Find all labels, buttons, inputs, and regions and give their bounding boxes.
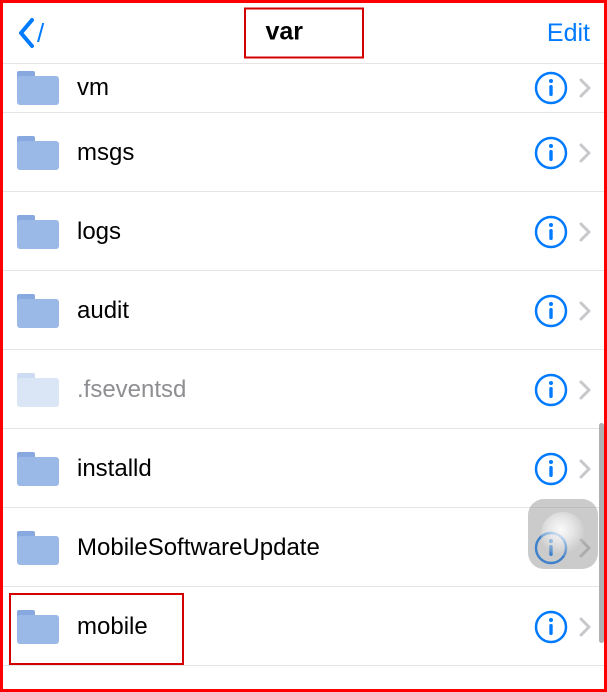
title-highlight: var <box>244 8 364 59</box>
info-button[interactable] <box>534 215 568 249</box>
info-button[interactable] <box>534 452 568 486</box>
info-button[interactable] <box>534 71 568 105</box>
folder-name: audit <box>77 297 534 325</box>
folder-name: mobile <box>77 613 534 641</box>
chevron-right-icon <box>576 222 594 242</box>
chevron-left-icon <box>17 18 35 48</box>
back-label: / <box>37 18 44 49</box>
back-button[interactable]: / <box>17 18 44 49</box>
folder-name: msgs <box>77 139 534 167</box>
info-button[interactable] <box>534 136 568 170</box>
folder-icon <box>17 610 59 644</box>
chevron-right-icon <box>576 78 594 98</box>
scroll-indicator <box>599 423 604 643</box>
folder-icon <box>17 373 59 407</box>
edit-button[interactable]: Edit <box>547 19 590 48</box>
folder-row[interactable]: mobile <box>3 587 604 666</box>
folder-icon <box>17 294 59 328</box>
folder-row[interactable]: installd <box>3 429 604 508</box>
chevron-right-icon <box>576 143 594 163</box>
info-button[interactable] <box>534 531 568 565</box>
folder-row[interactable]: logs <box>3 192 604 271</box>
folder-row[interactable]: vm <box>3 63 604 113</box>
info-button[interactable] <box>534 294 568 328</box>
folder-icon <box>17 452 59 486</box>
folder-icon <box>17 71 59 105</box>
folder-row[interactable]: .fseventsd <box>3 350 604 429</box>
folder-list: vm msgs logs audit .fseventsd installd MobileS… <box>3 63 604 666</box>
folder-row[interactable]: MobileSoftwareUpdate <box>3 508 604 587</box>
folder-icon <box>17 215 59 249</box>
info-button[interactable] <box>534 610 568 644</box>
folder-name: installd <box>77 455 534 483</box>
folder-name: logs <box>77 218 534 246</box>
folder-icon <box>17 136 59 170</box>
folder-row[interactable]: msgs <box>3 113 604 192</box>
navigation-bar: / var Edit <box>3 3 604 63</box>
folder-name: MobileSoftwareUpdate <box>77 534 534 562</box>
page-title: var <box>266 18 304 46</box>
chevron-right-icon <box>576 301 594 321</box>
chevron-right-icon <box>576 617 594 637</box>
chevron-right-icon <box>576 538 594 558</box>
chevron-right-icon <box>576 380 594 400</box>
folder-row[interactable]: audit <box>3 271 604 350</box>
info-button[interactable] <box>534 373 568 407</box>
folder-name: vm <box>77 74 534 102</box>
chevron-right-icon <box>576 459 594 479</box>
folder-name: .fseventsd <box>77 376 534 404</box>
folder-icon <box>17 531 59 565</box>
